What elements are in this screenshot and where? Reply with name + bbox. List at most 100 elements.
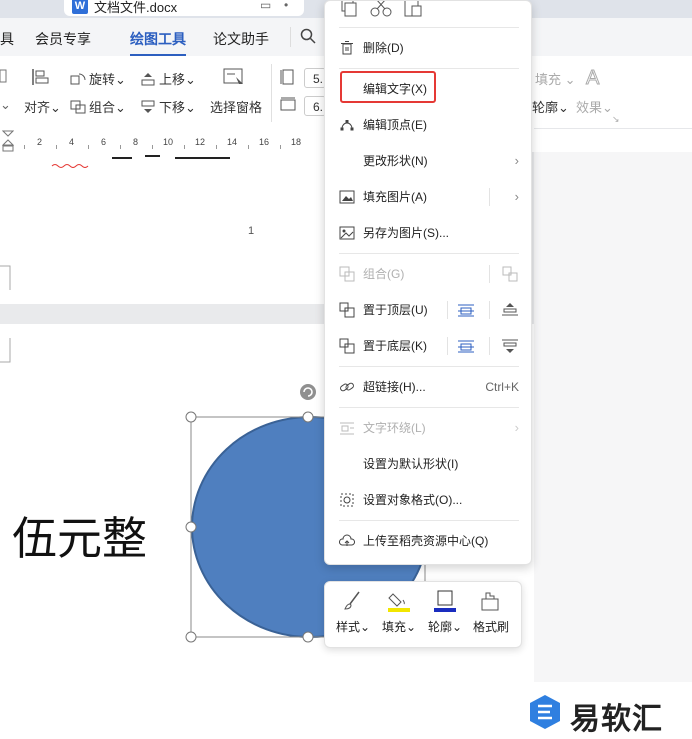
- toolbar-divider: [271, 64, 272, 122]
- menu-divider: [489, 188, 490, 206]
- resize-handle[interactable]: [185, 411, 197, 423]
- ruler-tick: [280, 145, 281, 149]
- cut-icon[interactable]: [370, 1, 392, 18]
- chevron-right-icon[interactable]: ›: [515, 182, 519, 212]
- document-tab[interactable]: W 文档文件.docx ▭ •: [64, 0, 304, 16]
- watermark-logo: 易软汇: [528, 692, 688, 736]
- more-icon[interactable]: •: [284, 0, 288, 12]
- menu-item-upload[interactable]: 上传至稻壳资源中心(Q): [325, 526, 533, 556]
- tab-tools-partial[interactable]: 具: [0, 29, 14, 49]
- fill-button-partial[interactable]: 填充 ⌄: [535, 69, 576, 88]
- page-1[interactable]: 1: [0, 152, 326, 304]
- mini-toolbar: 样式⌄ 填充⌄ 轮廓⌄ 格式刷: [324, 581, 522, 648]
- bring-forward-icon: [141, 73, 155, 86]
- link-icon: [340, 382, 354, 392]
- menu-separator: [339, 366, 519, 367]
- menu-item-group: 组合(G): [325, 259, 533, 289]
- effects-icon[interactable]: A: [583, 66, 605, 89]
- ruler-tick: [120, 145, 121, 149]
- ruler-label: 6: [101, 137, 107, 147]
- resize-handle[interactable]: [302, 411, 314, 423]
- search-icon[interactable]: [300, 28, 316, 44]
- ungroup-icon: [502, 266, 518, 282]
- ruler-tick: [24, 145, 25, 149]
- height-icon: [280, 69, 294, 85]
- menu-item-label: 更改形状(N): [363, 154, 428, 168]
- rotate-handle-icon[interactable]: [300, 384, 316, 400]
- menu-item-label: 文字环绕(L): [363, 421, 426, 435]
- ruler-tick: [216, 145, 217, 149]
- word-doc-icon: W: [72, 0, 88, 14]
- menu-item-delete[interactable]: 删除(D): [325, 33, 533, 63]
- menu-item-fill-picture[interactable]: 填充图片(A) ›: [325, 182, 533, 212]
- outline-button-partial[interactable]: 轮廓⌄: [532, 97, 569, 116]
- selection-pane-button[interactable]: 选择窗格: [210, 97, 262, 116]
- menu-item-send-to-back[interactable]: 置于底层(K): [325, 331, 533, 361]
- tab-member[interactable]: 会员专享: [35, 29, 91, 49]
- menu-item-save-as-picture[interactable]: 另存为图片(S)...: [325, 218, 533, 248]
- menu-item-label: 设置对象格式(O)...: [363, 493, 463, 507]
- resize-handle[interactable]: [185, 631, 197, 643]
- text-wrap-icon: [340, 422, 354, 435]
- ruler-label: 14: [227, 137, 238, 147]
- menu-item-hyperlink[interactable]: 超链接(H)... Ctrl+K: [325, 372, 533, 402]
- align-button[interactable]: 对齐⌄: [24, 97, 61, 116]
- menu-item-label: 另存为图片(S)...: [363, 226, 449, 240]
- menu-separator: [339, 520, 519, 521]
- effects-button[interactable]: 效果⌄: [576, 97, 613, 116]
- menu-item-bring-to-front[interactable]: 置于顶层(U): [325, 295, 533, 325]
- menu-item-label: 编辑顶点(E): [363, 118, 427, 132]
- menu-item-change-shape[interactable]: 更改形状(N) ›: [325, 146, 533, 176]
- rotate-button[interactable]: 旋转⌄: [70, 69, 126, 88]
- menu-item-label: 上传至稻壳资源中心(Q): [363, 534, 489, 548]
- body-text[interactable]: 伍元整: [12, 502, 147, 567]
- selection-pane-icon[interactable]: [223, 68, 245, 86]
- format-painter-button[interactable]: 格式刷: [469, 590, 513, 642]
- trash-icon: [341, 41, 353, 55]
- menu-item-format-object[interactable]: 设置对象格式(O)...: [325, 485, 533, 515]
- document-name: 文档文件.docx: [94, 0, 178, 15]
- width-icon: [280, 97, 296, 111]
- send-behind-text-icon[interactable]: [457, 338, 475, 354]
- menu-divider: [489, 337, 490, 355]
- bring-to-top-icon[interactable]: [501, 302, 519, 318]
- send-backward-button[interactable]: 下移⌄: [140, 97, 196, 116]
- ruler-label: 8: [133, 137, 139, 147]
- copy-icon[interactable]: [339, 1, 359, 18]
- menu-item-label: 置于底层(K): [363, 339, 427, 353]
- menu-item-text-wrap: 文字环绕(L) ›: [325, 413, 533, 443]
- menu-item-label: 填充图片(A): [363, 190, 427, 204]
- resize-handle[interactable]: [302, 631, 314, 643]
- shape-width-field[interactable]: 6.: [304, 96, 326, 116]
- menu-item-set-default-shape[interactable]: 设置为默认形状(I): [325, 449, 533, 479]
- fill-button[interactable]: 填充⌄: [377, 590, 421, 642]
- menu-divider: [290, 27, 291, 47]
- shape-height-field[interactable]: 5.: [304, 68, 326, 88]
- ruler-tick: [56, 145, 57, 149]
- menu-item-edit-text[interactable]: 编辑文字(X): [325, 71, 533, 104]
- page-number: 1: [248, 225, 255, 237]
- menu-item-label: 组合(G): [363, 267, 405, 281]
- send-to-bottom-icon[interactable]: [501, 338, 519, 354]
- outline-icon: [434, 590, 456, 612]
- tab-paper-assistant[interactable]: 论文助手: [213, 29, 269, 49]
- group-button[interactable]: 组合⌄: [70, 97, 126, 116]
- outline-button[interactable]: 轮廓⌄: [423, 590, 467, 642]
- menu-separator: [339, 68, 519, 69]
- cut-off-text-line: [51, 155, 230, 168]
- ruler-indent-marker[interactable]: [2, 130, 14, 152]
- expand-icon[interactable]: ↘: [612, 114, 620, 125]
- menu-item-edit-points[interactable]: 编辑顶点(E): [325, 110, 533, 140]
- menu-divider: [489, 301, 490, 319]
- paste-icon[interactable]: [403, 1, 423, 18]
- style-button[interactable]: 样式⌄: [331, 590, 375, 642]
- bring-forward-button[interactable]: 上移⌄: [140, 69, 196, 88]
- bring-forward-text-icon[interactable]: [457, 302, 475, 318]
- tab-drawing-tools[interactable]: 绘图工具: [130, 29, 186, 56]
- align-icon[interactable]: [30, 68, 50, 86]
- partial-arrow: ⌄: [0, 97, 11, 112]
- menu-item-label: 置于顶层(U): [363, 303, 428, 317]
- resize-handle[interactable]: [185, 521, 197, 533]
- monitor-icon[interactable]: ▭: [260, 0, 271, 12]
- menu-item-label: 超链接(H)...: [363, 380, 426, 394]
